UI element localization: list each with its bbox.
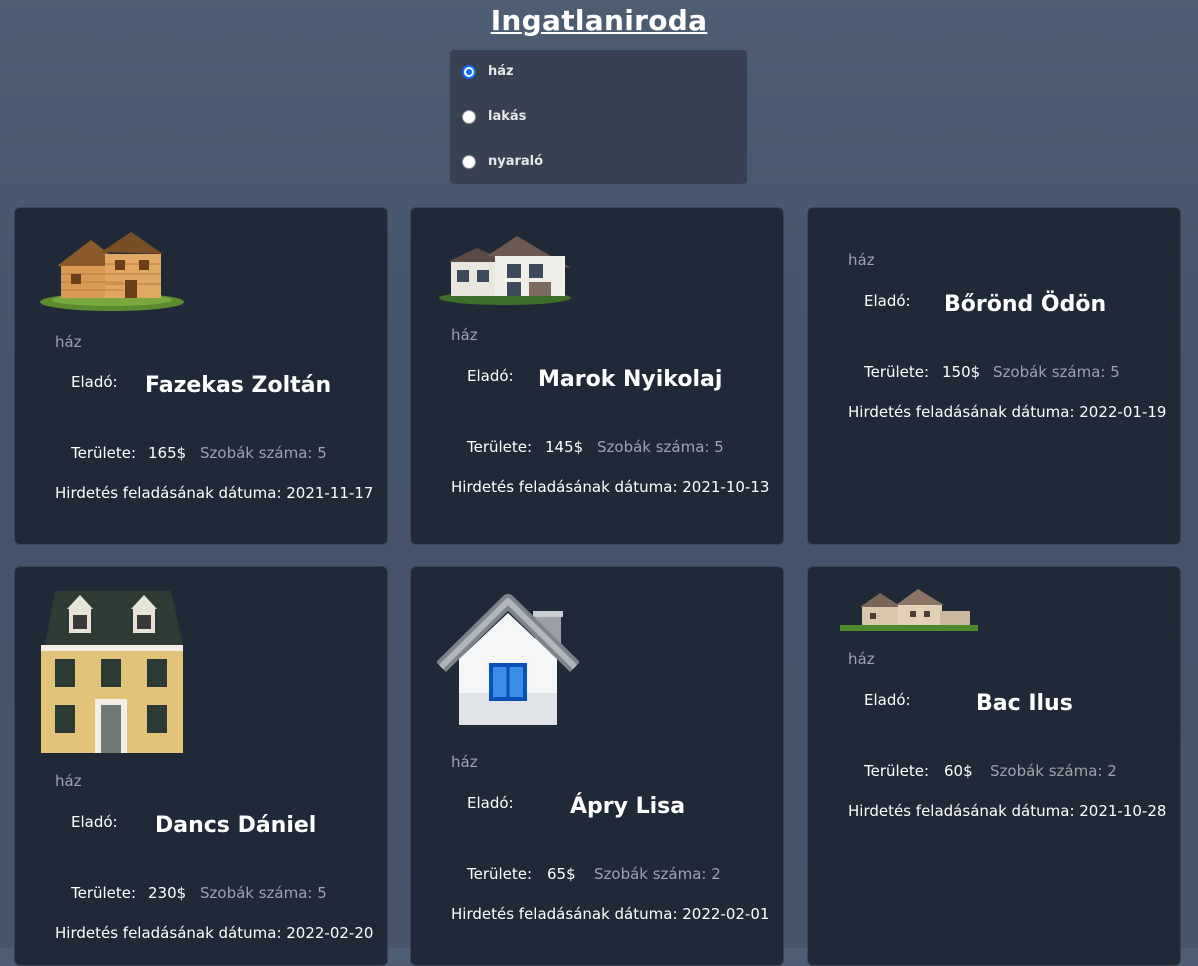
- filter-option-lakas[interactable]: lakás: [462, 109, 526, 124]
- dollhouse-image: [41, 591, 183, 753]
- filter-option-haz[interactable]: ház: [462, 64, 514, 79]
- type-filter: ház lakás nyaraló: [450, 50, 747, 184]
- modern-house-image: [439, 236, 571, 305]
- listing-card[interactable]: ház Eladó: Bac Ilus Területe: 60$ Szobák…: [807, 566, 1181, 966]
- listing-date: Hirdetés feladásának dátuma: 2021-10-28: [848, 802, 1167, 820]
- area-value: 230$: [148, 884, 187, 902]
- villa-house-image: [840, 589, 978, 631]
- area-label: Területe:: [864, 363, 930, 381]
- seller-label: Eladó:: [71, 813, 118, 831]
- area-label: Területe:: [71, 884, 137, 902]
- filter-option-label[interactable]: nyaraló: [488, 154, 543, 169]
- seller-name: Fazekas Zoltán: [145, 373, 332, 398]
- listing-date: Hirdetés feladásának dátuma: 2021-10-13: [451, 478, 770, 496]
- property-type: ház: [55, 772, 82, 790]
- radio-button[interactable]: [462, 109, 476, 124]
- seller-label: Eladó:: [71, 373, 118, 391]
- listing-card[interactable]: ház Eladó: Dancs Dániel Területe: 230$ S…: [14, 566, 388, 966]
- listing-date: Hirdetés feladásának dátuma: 2022-02-20: [55, 924, 374, 942]
- radio-button[interactable]: [462, 154, 476, 169]
- property-type: ház: [451, 753, 478, 771]
- area-value: 145$: [545, 438, 584, 456]
- filter-option-label[interactable]: ház: [488, 64, 514, 79]
- listing-date: Hirdetés feladásának dátuma: 2022-02-01: [451, 905, 770, 923]
- area-value: 65$: [547, 865, 576, 883]
- property-type: ház: [451, 326, 478, 344]
- seller-name: Ápry Lisa: [570, 794, 686, 819]
- seller-label: Eladó:: [864, 292, 911, 310]
- filter-option-label[interactable]: lakás: [488, 109, 526, 124]
- rooms-count: Szobák száma: 5: [200, 884, 327, 902]
- seller-label: Eladó:: [467, 794, 514, 812]
- listing-card[interactable]: ház Eladó: Fazekas Zoltán Területe: 165$…: [14, 207, 388, 545]
- house-icon-image: [437, 594, 579, 725]
- seller-name: Bőrönd Ödön: [944, 292, 1107, 317]
- area-label: Területe:: [467, 865, 533, 883]
- seller-label: Eladó:: [864, 691, 911, 709]
- area-value: 60$: [944, 762, 973, 780]
- area-label: Területe:: [864, 762, 930, 780]
- rooms-count: Szobák száma: 5: [993, 363, 1120, 381]
- listing-date: Hirdetés feladásának dátuma: 2022-01-19: [848, 403, 1167, 421]
- seller-name: Dancs Dániel: [155, 813, 317, 838]
- rooms-count: Szobák száma: 5: [200, 444, 327, 462]
- property-type: ház: [848, 251, 875, 269]
- area-value: 150$: [942, 363, 981, 381]
- property-type: ház: [848, 650, 875, 668]
- rooms-count: Szobák száma: 2: [990, 762, 1117, 780]
- log-cabin-house-image: [40, 232, 184, 311]
- listing-card[interactable]: ház Eladó: Marok Nyikolaj Területe: 145$…: [410, 207, 784, 545]
- seller-name: Marok Nyikolaj: [538, 367, 723, 392]
- area-label: Területe:: [71, 444, 137, 462]
- listing-card[interactable]: ház Eladó: Ápry Lisa Területe: 65$ Szobá…: [410, 566, 784, 966]
- area-label: Területe:: [467, 438, 533, 456]
- rooms-count: Szobák száma: 2: [594, 865, 721, 883]
- property-type: ház: [55, 333, 82, 351]
- page-title: Ingatlaniroda: [490, 4, 708, 37]
- listing-card[interactable]: ház Eladó: Bőrönd Ödön Területe: 150$ Sz…: [807, 207, 1181, 545]
- seller-name: Bac Ilus: [976, 691, 1073, 716]
- seller-label: Eladó:: [467, 367, 514, 385]
- filter-option-nyaralo[interactable]: nyaraló: [462, 154, 543, 169]
- listing-date: Hirdetés feladásának dátuma: 2021-11-17: [55, 484, 374, 502]
- rooms-count: Szobák száma: 5: [597, 438, 724, 456]
- area-value: 165$: [148, 444, 187, 462]
- radio-button[interactable]: [462, 64, 476, 79]
